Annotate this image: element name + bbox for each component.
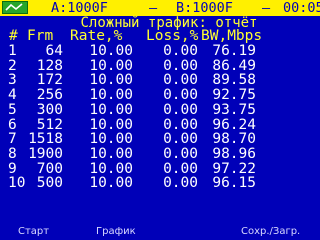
row-loss: 0.00 (163, 175, 198, 192)
row-rate: 10.00 (89, 131, 133, 148)
row-index: 4 (8, 87, 17, 104)
row-loss: 0.00 (163, 145, 198, 162)
row-index: 5 (8, 101, 17, 118)
function-key-bar: Старт График Сохр./Загр. (0, 223, 320, 240)
row-loss: 0.00 (163, 87, 198, 104)
row-loss: 0.00 (163, 43, 198, 59)
table-row: 7 1518 10.00 0.00 98.70 (0, 132, 320, 147)
row-frame-size: 64 (45, 43, 63, 59)
table-row: 4 256 10.00 0.00 92.75 (0, 88, 320, 103)
elapsed-time: 00:05 (283, 0, 320, 16)
row-bandwidth: 76.19 (212, 43, 256, 59)
row-index: 8 (8, 145, 17, 162)
row-frame-size: 500 (36, 175, 63, 192)
row-rate: 10.00 (89, 101, 133, 118)
column-header-frame: Frm (27, 28, 54, 44)
table-row: 5 300 10.00 0.00 93.75 (0, 101, 320, 118)
row-bandwidth: 93.75 (212, 101, 256, 118)
row-frame-size: 256 (36, 87, 63, 104)
port-a-status: A:1000F (51, 0, 108, 16)
row-frame-size: 1900 (28, 145, 63, 162)
column-header-index: # (9, 28, 18, 44)
row-loss: 0.00 (163, 101, 198, 118)
row-rate: 10.00 (89, 87, 133, 104)
column-header-bandwidth: BW,Mbps (201, 28, 263, 44)
row-index: 1 (8, 43, 17, 59)
table-row: 1 64 10.00 0.00 76.19 (0, 44, 320, 59)
row-loss: 0.00 (163, 131, 198, 148)
table-header: # Frm Rate,% Loss,% BW,Mbps (0, 29, 320, 44)
start-button[interactable]: Старт (18, 223, 49, 240)
port-b-separator: – (262, 0, 271, 16)
row-rate: 10.00 (89, 145, 133, 162)
port-a-separator: – (149, 0, 158, 16)
row-frame-size: 300 (36, 101, 63, 118)
table-row: 8 1900 10.00 0.00 98.96 (0, 145, 320, 162)
row-bandwidth: 98.70 (212, 131, 256, 148)
row-frame-size: 1518 (28, 131, 63, 148)
save-load-button[interactable]: Сохр./Загр. (241, 223, 300, 240)
row-index: 10 (8, 175, 26, 192)
row-rate: 10.00 (89, 43, 133, 59)
row-index: 7 (8, 131, 17, 148)
status-bar: A:1000F – B:1000F – 00:05 (0, 0, 320, 16)
row-bandwidth: 98.96 (212, 145, 256, 162)
column-header-rate: Rate,% (70, 28, 123, 44)
port-b-status: B:1000F (176, 0, 233, 16)
row-bandwidth: 96.15 (212, 175, 256, 192)
table-row: 10 500 10.00 0.00 96.15 (0, 176, 320, 191)
column-header-loss: Loss,% (146, 28, 199, 44)
row-bandwidth: 92.75 (212, 87, 256, 104)
signal-logo-icon (2, 1, 28, 14)
graph-button[interactable]: График (96, 223, 136, 240)
row-rate: 10.00 (89, 175, 133, 192)
